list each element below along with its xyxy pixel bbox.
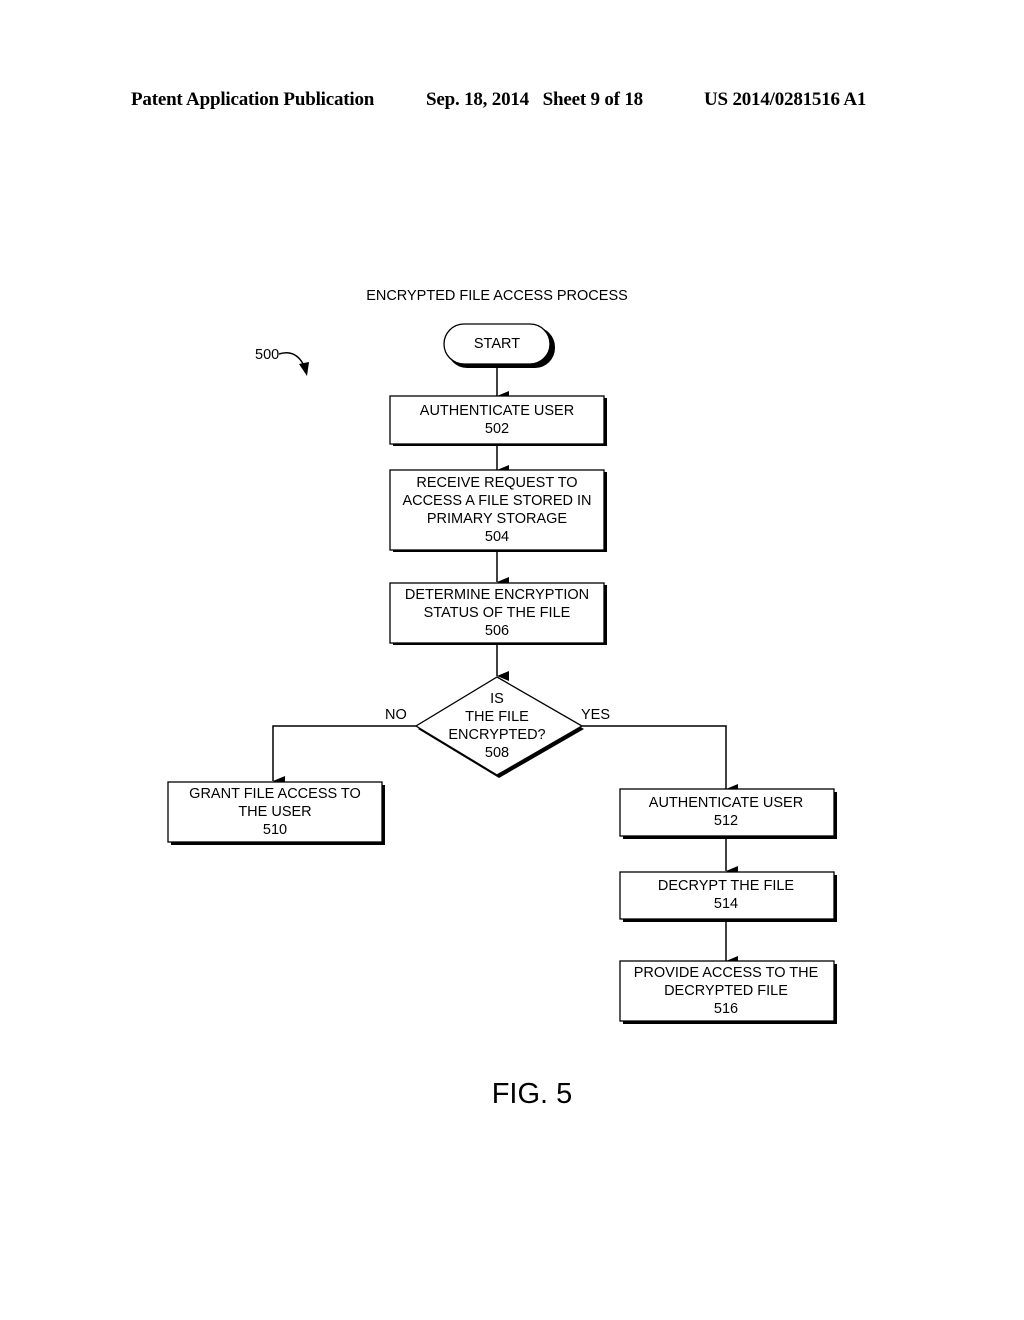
step-512-number: 512 — [714, 813, 738, 829]
step-502-line-1: AUTHENTICATE USER — [420, 403, 574, 419]
branch-yes-label: YES — [581, 707, 610, 723]
step-504-number: 504 — [485, 529, 509, 545]
process-step-510: GRANT FILE ACCESS TO THE USER 510 — [167, 781, 385, 845]
figure-label: FIG. 5 — [492, 1078, 573, 1110]
process-step-502: AUTHENTICATE USER 502 — [389, 395, 607, 446]
step-502-number: 502 — [485, 421, 509, 437]
process-step-504: RECEIVE REQUEST TO ACCESS A FILE STORED … — [389, 469, 607, 552]
decision-508-line-3: ENCRYPTED? — [448, 727, 545, 743]
step-510-line-1: GRANT FILE ACCESS TO — [189, 786, 361, 802]
step-516-line-2: DECRYPTED FILE — [664, 983, 788, 999]
process-step-516: PROVIDE ACCESS TO THE DECRYPTED FILE 516 — [619, 960, 837, 1024]
step-510-line-2: THE USER — [238, 804, 311, 820]
connector-508-510-no — [272, 725, 416, 786]
process-step-512: AUTHENTICATE USER 512 — [619, 788, 837, 839]
reference-numeral: 500 — [255, 347, 279, 363]
step-512-line-1: AUTHENTICATE USER — [649, 795, 803, 811]
start-terminal: START — [443, 323, 555, 368]
process-step-514: DECRYPT THE FILE 514 — [619, 871, 837, 922]
step-514-line-1: DECRYPT THE FILE — [658, 878, 795, 894]
decision-508-line-2: THE FILE — [465, 709, 529, 725]
step-506-line-1: DETERMINE ENCRYPTION — [405, 587, 589, 603]
branch-no-label: NO — [385, 707, 407, 723]
process-step-506: DETERMINE ENCRYPTION STATUS OF THE FILE … — [389, 582, 607, 645]
step-504-line-1: RECEIVE REQUEST TO — [416, 475, 577, 491]
start-label: START — [474, 336, 520, 352]
decision-508: IS THE FILE ENCRYPTED? 508 — [414, 676, 584, 778]
step-504-line-3: PRIMARY STORAGE — [427, 511, 568, 527]
step-514-number: 514 — [714, 896, 738, 912]
flowchart: ENCRYPTED FILE ACCESS PROCESS 500 START … — [167, 288, 837, 1110]
reference-arrowhead-icon — [299, 362, 309, 376]
step-516-number: 516 — [714, 1001, 738, 1017]
step-504-line-2: ACCESS A FILE STORED IN — [402, 493, 591, 509]
decision-508-number: 508 — [485, 745, 509, 761]
step-506-line-2: STATUS OF THE FILE — [424, 605, 571, 621]
connector-508-512-yes — [582, 725, 738, 794]
step-506-number: 506 — [485, 623, 509, 639]
diagram-title: ENCRYPTED FILE ACCESS PROCESS — [366, 288, 628, 304]
step-510-number: 510 — [263, 822, 287, 838]
step-516-line-1: PROVIDE ACCESS TO THE — [634, 965, 819, 981]
decision-508-line-1: IS — [490, 691, 504, 707]
